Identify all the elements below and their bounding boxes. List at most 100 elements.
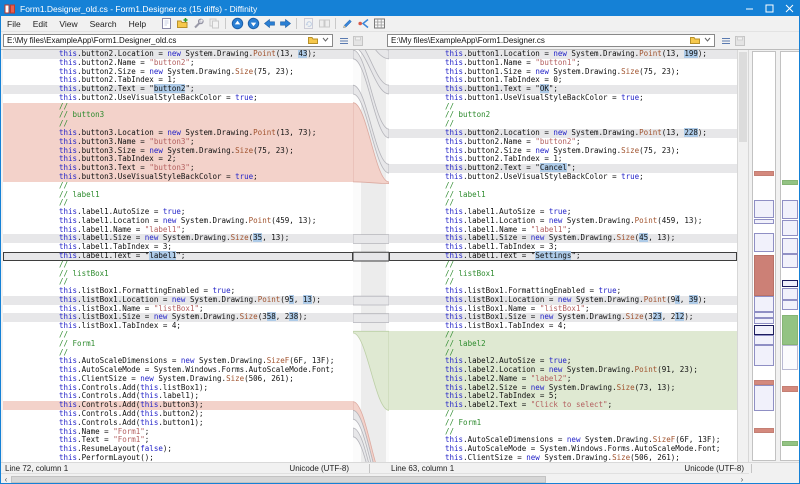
- menu-view[interactable]: View: [53, 17, 83, 31]
- overview-diff-mark[interactable]: [754, 233, 774, 252]
- code-line[interactable]: // label1: [389, 191, 737, 200]
- settings-wrench-icon[interactable]: [191, 17, 206, 31]
- open-files-icon[interactable]: [175, 17, 190, 31]
- left-save-button[interactable]: [351, 34, 364, 47]
- code-line[interactable]: this.button1.UseVisualStyleBackColor = t…: [389, 94, 737, 103]
- code-line[interactable]: this.label2.Text = "Click to select";: [389, 401, 737, 410]
- copy-icon[interactable]: [207, 17, 222, 31]
- overview-diff-mark[interactable]: [754, 318, 774, 324]
- overview-diff-mark[interactable]: [782, 280, 798, 287]
- code-line[interactable]: this.button1.TabIndex = 0;: [389, 76, 737, 85]
- right-save-button[interactable]: [733, 34, 746, 47]
- code-line[interactable]: //: [3, 261, 353, 270]
- code-line[interactable]: //: [389, 261, 737, 270]
- overview-diff-mark[interactable]: [782, 238, 798, 254]
- swap-panes-icon[interactable]: [317, 17, 332, 31]
- minimize-button[interactable]: [739, 1, 759, 16]
- overview-diff-mark[interactable]: [754, 255, 774, 296]
- code-line[interactable]: this.label1.Size = new System.Drawing.Si…: [3, 234, 353, 243]
- code-line[interactable]: // listBox1: [3, 270, 353, 279]
- copy-to-left-icon[interactable]: [262, 17, 277, 31]
- binary-compare-icon[interactable]: [372, 17, 387, 31]
- code-line[interactable]: this.label1.Size = new System.Drawing.Si…: [389, 234, 737, 243]
- scroll-left-arrow-icon[interactable]: ‹: [1, 474, 11, 484]
- code-line[interactable]: this.label1.Text = "Settings";: [389, 252, 737, 261]
- new-session-icon[interactable]: [159, 17, 174, 31]
- folder-icon[interactable]: [689, 34, 701, 47]
- menu-edit[interactable]: Edit: [27, 17, 54, 31]
- menu-file[interactable]: File: [1, 17, 27, 31]
- copy-to-right-icon[interactable]: [278, 17, 293, 31]
- right-file-path-combo[interactable]: E:\My files\ExampleApp\Form1.Designer.cs: [387, 34, 715, 47]
- scroll-right-arrow-icon[interactable]: ›: [737, 474, 747, 484]
- horizontal-scrollbar[interactable]: ‹ ›: [1, 473, 749, 484]
- left-file-overview-bar[interactable]: [752, 51, 776, 461]
- code-line[interactable]: this.button1.Size = new System.Drawing.S…: [389, 68, 737, 77]
- code-line[interactable]: //: [389, 331, 737, 340]
- dropdown-chevron-icon[interactable]: [703, 35, 712, 46]
- code-line[interactable]: //: [3, 103, 353, 112]
- overview-diff-mark[interactable]: [754, 428, 774, 433]
- scrollbar-thumb[interactable]: [11, 476, 546, 483]
- code-line[interactable]: // button2: [389, 111, 737, 120]
- code-line[interactable]: this.button2.Size = new System.Drawing.S…: [3, 68, 353, 77]
- code-line[interactable]: this.button2.Size = new System.Drawing.S…: [389, 147, 737, 156]
- right-vertical-scrollbar[interactable]: [737, 50, 749, 463]
- code-line[interactable]: this.button3.UseVisualStyleBackColor = t…: [3, 173, 353, 182]
- code-line[interactable]: // Form1: [3, 340, 353, 349]
- overview-diff-mark[interactable]: [782, 200, 798, 219]
- overview-diff-mark[interactable]: [754, 385, 774, 411]
- overview-diff-mark[interactable]: [754, 200, 774, 218]
- code-line[interactable]: // button3: [3, 111, 353, 120]
- left-file-path-combo[interactable]: E:\My files\ExampleApp\Form1.Designer_ol…: [3, 34, 333, 47]
- overview-diff-mark[interactable]: [754, 335, 774, 345]
- right-code-pane[interactable]: this.button1.Location = new System.Drawi…: [389, 50, 737, 463]
- overview-diff-mark[interactable]: [754, 325, 774, 335]
- left-file-history-button[interactable]: [337, 34, 350, 47]
- code-line[interactable]: //: [3, 331, 353, 340]
- code-line[interactable]: //: [389, 103, 737, 112]
- overview-diff-mark[interactable]: [754, 219, 774, 224]
- code-line[interactable]: this.button2.UseVisualStyleBackColor = t…: [3, 94, 353, 103]
- close-button[interactable]: [779, 1, 799, 16]
- overview-diff-mark[interactable]: [754, 345, 774, 366]
- dropdown-chevron-icon[interactable]: [321, 35, 330, 46]
- code-line[interactable]: //: [389, 410, 737, 419]
- code-line[interactable]: this.label2.Size = new System.Drawing.Si…: [389, 384, 737, 393]
- code-line[interactable]: this.listBox1.TabIndex = 4;: [3, 322, 353, 331]
- menu-search[interactable]: Search: [84, 17, 123, 31]
- overview-diff-mark[interactable]: [782, 441, 798, 446]
- overview-diff-mark[interactable]: [782, 386, 798, 392]
- code-line[interactable]: this.listBox1.TabIndex = 4;: [389, 322, 737, 331]
- code-line[interactable]: this.button3.Size = new System.Drawing.S…: [3, 147, 353, 156]
- code-line[interactable]: // label1: [3, 191, 353, 200]
- code-line[interactable]: // Form1: [389, 419, 737, 428]
- overview-diff-mark[interactable]: [782, 288, 798, 300]
- refresh-icon[interactable]: [301, 17, 316, 31]
- overview-diff-mark[interactable]: [782, 254, 798, 268]
- overview-diff-mark[interactable]: [782, 180, 798, 185]
- scrollbar-thumb[interactable]: [739, 52, 747, 142]
- menu-help[interactable]: Help: [123, 17, 152, 31]
- right-file-history-button[interactable]: [719, 34, 732, 47]
- folder-icon[interactable]: [307, 34, 319, 47]
- overview-diff-mark[interactable]: [782, 220, 798, 236]
- overview-diff-mark[interactable]: [782, 345, 798, 370]
- merge-icon[interactable]: [356, 17, 371, 31]
- edit-mode-icon[interactable]: [340, 17, 355, 31]
- overview-diff-mark[interactable]: [754, 296, 774, 312]
- code-line[interactable]: this.ResumeLayout(false);: [3, 445, 353, 454]
- code-line[interactable]: //: [3, 182, 353, 191]
- code-line[interactable]: this.button2.UseVisualStyleBackColor = t…: [389, 173, 737, 182]
- left-code-pane[interactable]: this.button2.Location = new System.Drawi…: [3, 50, 353, 463]
- maximize-button[interactable]: [759, 1, 779, 16]
- code-line[interactable]: // label2: [389, 340, 737, 349]
- code-line[interactable]: //: [389, 182, 737, 191]
- next-diff-icon[interactable]: [246, 17, 261, 31]
- overview-diff-mark[interactable]: [782, 300, 798, 310]
- code-line[interactable]: this.Text = "Form1";: [3, 436, 353, 445]
- previous-diff-icon[interactable]: [230, 17, 245, 31]
- code-line[interactable]: this.Name = "Form1";: [3, 428, 353, 437]
- overview-diff-mark[interactable]: [754, 171, 774, 176]
- right-file-overview-bar[interactable]: [780, 51, 800, 461]
